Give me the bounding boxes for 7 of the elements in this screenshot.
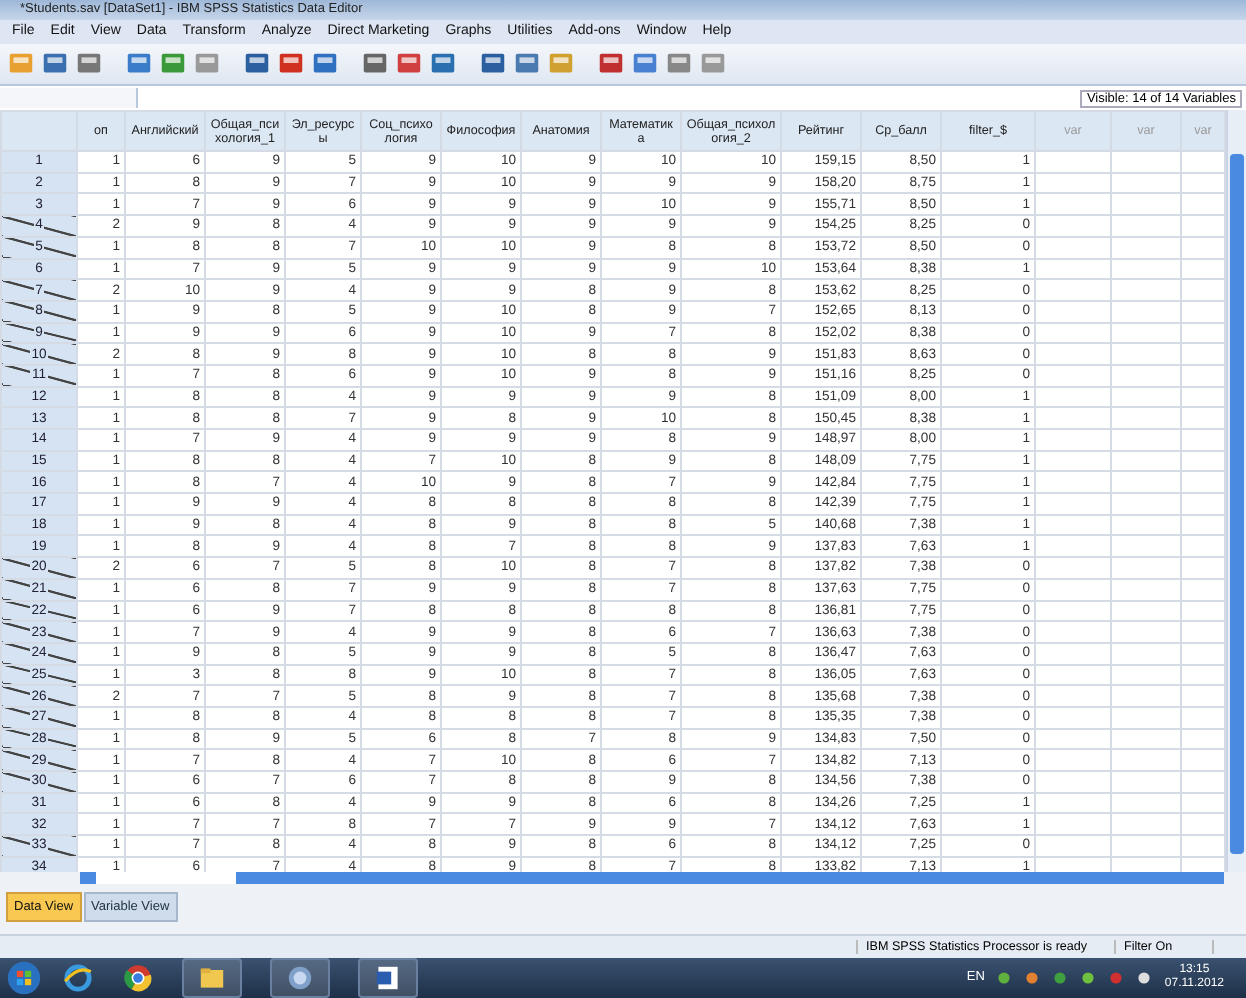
document-icon[interactable]: [358, 957, 418, 998]
vertical-scrollbar[interactable]: [1226, 110, 1246, 872]
browser-icon[interactable]: [62, 961, 94, 994]
start-button[interactable]: [6, 959, 42, 996]
app-icon[interactable]: [270, 957, 330, 998]
browser-icon[interactable]: [122, 961, 154, 994]
cell-name-box[interactable]: [0, 88, 138, 109]
